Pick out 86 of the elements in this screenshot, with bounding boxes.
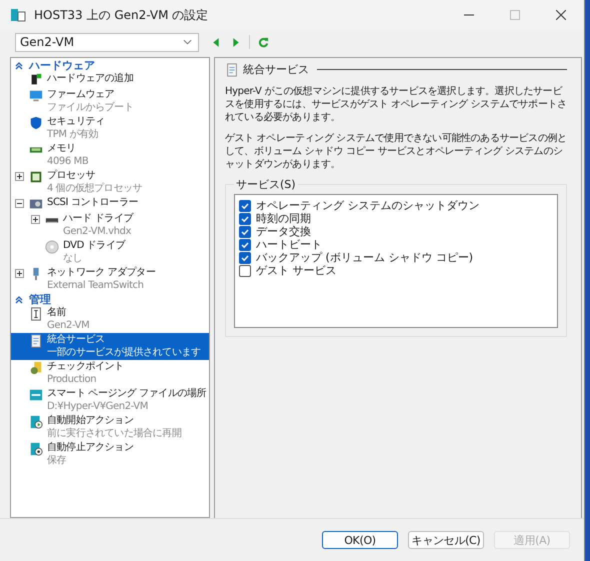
- item-detail: 4 個の仮想プロセッサ: [47, 182, 142, 195]
- description-text: ゲスト オペレーティング システムで使用できない可能性のあるサービスの例として、ボリューム シャドウ コピー サービスとオペレーティング システムのシャットダウンがあります。: [225, 132, 567, 171]
- expander-icon[interactable]: [15, 199, 24, 208]
- tree-item[interactable]: DVD ドライブ なし: [11, 239, 209, 266]
- item-detail: D:¥Hyper-V¥Gen2-VM: [47, 400, 149, 413]
- window-title: HOST33 上の Gen2-VM の設定: [34, 6, 210, 24]
- service-label: 時刻の同期: [256, 211, 311, 226]
- tree-item[interactable]: スマート ページング ファイルの場所 D:¥Hyper-V¥Gen2-VM: [11, 387, 209, 414]
- item-label: プロセッサ: [47, 170, 96, 182]
- expander-icon[interactable]: [15, 269, 24, 278]
- item-detail: External TeamSwitch: [47, 280, 145, 292]
- tree-item[interactable]: 名前 Gen2-VM: [11, 306, 209, 333]
- service-label: バックアップ (ボリューム シャドウ コピー): [256, 250, 474, 265]
- tree-item[interactable]: チェックポイント Production: [11, 360, 209, 387]
- item-label: セキュリティ: [47, 116, 105, 128]
- tree-item[interactable]: プロセッサ 4 個の仮想プロセッサ: [11, 169, 209, 196]
- monitor-icon: [29, 89, 43, 103]
- tree-item[interactable]: 自動停止アクション 保存: [11, 441, 209, 468]
- item-label: SCSI コントローラー: [47, 197, 138, 210]
- service-label: ハートビート: [256, 237, 322, 252]
- collapse-icon: [15, 296, 23, 304]
- vm-dropdown[interactable]: Gen2-VM: [15, 32, 199, 52]
- service-label: ゲスト サービス: [256, 263, 336, 278]
- refresh-icon[interactable]: [258, 36, 269, 48]
- item-label: 統合サービス: [47, 334, 106, 346]
- dialog-button[interactable]: OK(O): [322, 531, 398, 549]
- disc-icon: [45, 240, 59, 254]
- item-detail: 前に実行されていた場合に再開: [47, 428, 182, 440]
- tree-item[interactable]: セキュリティ TPM が有効: [11, 115, 209, 142]
- tree-item[interactable]: SCSI コントローラー: [11, 196, 209, 212]
- item-detail: 保存: [47, 454, 68, 467]
- app-icon: [10, 7, 26, 23]
- item-detail: Gen2-VM.vhdx: [63, 226, 132, 238]
- item-detail: なし: [63, 252, 84, 265]
- stop-action-icon: [29, 442, 43, 456]
- service-label: データ交換: [256, 224, 311, 239]
- item-label: DVD ドライブ: [63, 240, 126, 252]
- item-detail: Gen2-VM: [47, 320, 90, 332]
- checkbox[interactable]: [239, 200, 251, 212]
- close-icon[interactable]: [556, 10, 566, 20]
- collapse-icon: [15, 62, 23, 70]
- checkbox[interactable]: [239, 264, 251, 276]
- item-label: ハード ドライブ: [63, 213, 133, 226]
- section-header[interactable]: ハードウェア: [11, 59, 209, 72]
- tree-item[interactable]: メモリ 4096 MB: [11, 142, 209, 169]
- item-label: 名前: [47, 307, 68, 320]
- expander-icon[interactable]: [15, 172, 24, 181]
- dialog-button[interactable]: キャンセル(C): [408, 531, 484, 549]
- shield-icon: [29, 116, 43, 130]
- tree-item[interactable]: 統合サービス 一部のサービスが提供されています: [11, 333, 209, 360]
- chevron-down-icon: [183, 39, 192, 45]
- item-detail: ファイルからブート: [47, 102, 134, 114]
- item-label: 自動開始アクション: [47, 415, 134, 428]
- document-icon: [29, 334, 43, 348]
- checkbox[interactable]: [239, 252, 251, 264]
- tree-item[interactable]: ハードウェアの追加: [11, 72, 209, 88]
- item-label: ファームウェア: [47, 89, 116, 102]
- panel-title: 統合サービス: [243, 62, 309, 77]
- item-label: スマート ページング ファイルの場所: [47, 388, 206, 400]
- checkbox[interactable]: [239, 226, 251, 238]
- section-header[interactable]: 管理: [11, 293, 209, 306]
- tree-item[interactable]: ネットワーク アダプター External TeamSwitch: [11, 266, 209, 293]
- item-detail: 4096 MB: [47, 156, 88, 168]
- section-title: ハードウェア: [29, 58, 95, 73]
- tree-item[interactable]: 自動開始アクション 前に実行されていた場合に再開: [11, 414, 209, 441]
- item-label: チェックポイント: [47, 361, 124, 374]
- group-label: サービス(S): [235, 177, 297, 192]
- checkbox[interactable]: [239, 212, 251, 224]
- expander-icon[interactable]: [31, 215, 40, 224]
- start-action-icon: [29, 415, 43, 429]
- item-label: メモリ: [47, 143, 77, 156]
- tree-item[interactable]: ファームウェア ファイルからブート: [11, 88, 209, 115]
- item-detail: 一部のサービスが提供されています: [47, 346, 201, 359]
- item-label: ハードウェアの追加: [47, 73, 134, 86]
- name-tag-icon: [29, 307, 43, 321]
- document-icon: [225, 62, 239, 76]
- tree-item[interactable]: ハード ドライブ Gen2-VM.vhdx: [11, 212, 209, 239]
- description-text: Hyper-V がこの仮想マシンに提供するサービスを選択します。選択したサービスを使用するには、サービスがゲスト オペレーティング システムでサポートされている必要があります。: [225, 85, 567, 124]
- item-detail: TPM が有効: [47, 128, 100, 141]
- chip-icon: [29, 170, 43, 184]
- item-label: ネットワーク アダプター: [47, 267, 156, 280]
- item-detail: Production: [47, 374, 98, 386]
- section-title: 管理: [29, 292, 51, 307]
- item-label: 自動停止アクション: [47, 442, 134, 454]
- checkbox[interactable]: [239, 238, 251, 250]
- service-label: オペレーティング システムのシャットダウン: [256, 198, 480, 212]
